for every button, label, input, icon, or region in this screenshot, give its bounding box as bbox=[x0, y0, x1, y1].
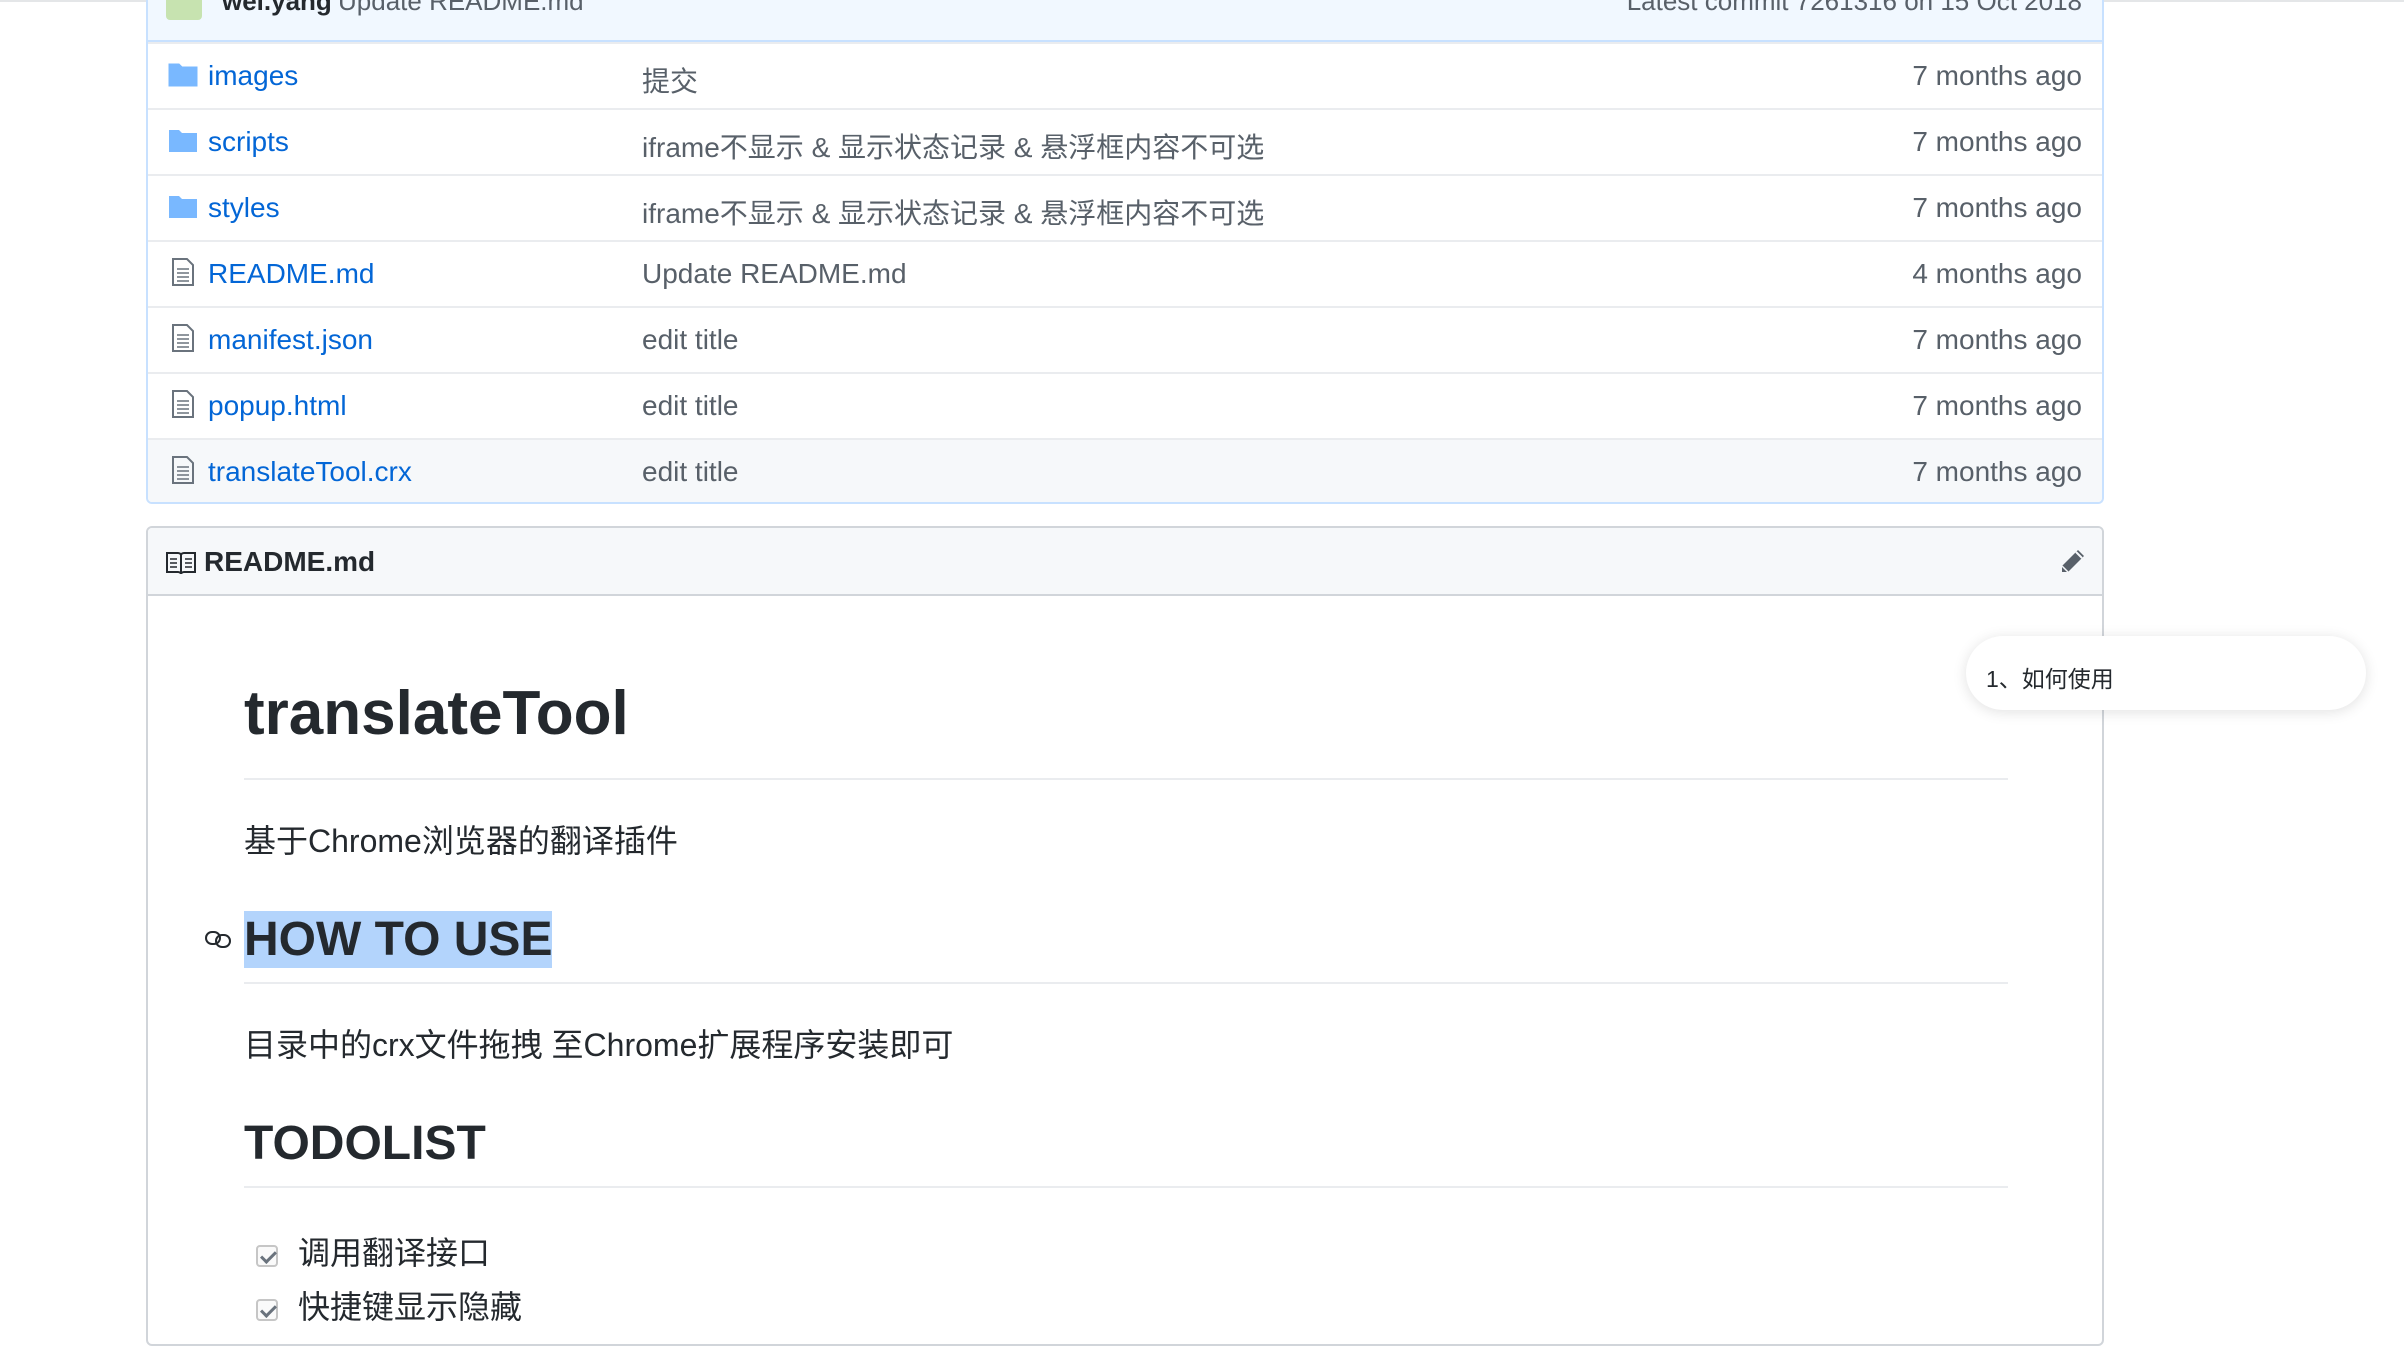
commit-message[interactable]: Update README.md bbox=[338, 0, 584, 17]
h1-divider bbox=[244, 778, 2008, 780]
readme-description: 基于Chrome浏览器的翻译插件 bbox=[244, 823, 678, 859]
file-age: 4 months ago bbox=[1912, 258, 2082, 289]
file-name-link[interactable]: manifest.json bbox=[208, 324, 373, 356]
how-to-use-heading-text: HOW TO USE bbox=[244, 911, 553, 968]
pencil-icon[interactable] bbox=[2056, 546, 2088, 578]
file-age: 7 months ago bbox=[1912, 390, 2082, 421]
toc-popup: 1、如何使用 bbox=[1966, 636, 2366, 710]
avatar[interactable] bbox=[166, 0, 202, 20]
file-name-link[interactable]: README.md bbox=[208, 258, 374, 290]
file-row-readme: README.md Update README.md 4 months ago bbox=[148, 240, 2102, 306]
readme-panel: README.md translateTool 基于Chrome浏览器的翻译插件… bbox=[146, 526, 2104, 1346]
readme-h1: translateTool bbox=[244, 679, 629, 748]
file-name-link[interactable]: styles bbox=[208, 192, 280, 224]
file-commit-message[interactable]: 提交 bbox=[642, 60, 698, 100]
task-item: 快捷键显示隐藏 bbox=[256, 1282, 522, 1328]
task-item: 调用翻译接口 bbox=[256, 1228, 490, 1274]
file-age: 7 months ago bbox=[1912, 324, 2082, 355]
file-icon bbox=[172, 456, 194, 484]
task-checkbox[interactable] bbox=[256, 1298, 278, 1321]
file-row-scripts: scripts iframe不显示 & 显示状态记录 & 悬浮框内容不可选 7 … bbox=[148, 108, 2102, 174]
task-label: 快捷键显示隐藏 bbox=[298, 1289, 523, 1325]
todolist-heading: TODOLIST bbox=[244, 1117, 486, 1170]
file-age: 7 months ago bbox=[1912, 192, 2082, 223]
file-commit-message[interactable]: edit title bbox=[642, 390, 739, 422]
latest-commit-info[interactable]: Latest commit 7261316 on 15 Oct 2018 bbox=[1627, 0, 2082, 17]
link-icon[interactable] bbox=[204, 928, 234, 950]
folder-icon bbox=[169, 196, 197, 218]
file-icon bbox=[172, 258, 194, 286]
file-commit-message[interactable]: iframe不显示 & 显示状态记录 & 悬浮框内容不可选 bbox=[642, 126, 1264, 166]
commit-author[interactable]: wei.yang bbox=[222, 0, 332, 17]
file-icon bbox=[172, 324, 194, 352]
file-name-link[interactable]: scripts bbox=[208, 126, 289, 158]
file-commit-message[interactable]: Update README.md bbox=[642, 258, 907, 290]
h2-divider bbox=[244, 1186, 2008, 1188]
task-checkbox[interactable] bbox=[256, 1244, 278, 1267]
file-age: 7 months ago bbox=[1912, 60, 2082, 91]
file-commit-message[interactable]: edit title bbox=[642, 456, 739, 488]
file-name-link[interactable]: popup.html bbox=[208, 390, 347, 422]
h2-divider bbox=[244, 982, 2008, 984]
file-name-link[interactable]: images bbox=[208, 60, 298, 92]
file-commit-message[interactable]: edit title bbox=[642, 324, 739, 356]
task-label: 调用翻译接口 bbox=[298, 1235, 491, 1271]
file-age: 7 months ago bbox=[1912, 126, 2082, 157]
readme-header: README.md bbox=[148, 528, 2102, 596]
file-name-link[interactable]: translateTool.crx bbox=[208, 456, 412, 488]
file-row-popup: popup.html edit title 7 months ago bbox=[148, 372, 2102, 438]
file-row-crx: translateTool.crx edit title 7 months ag… bbox=[148, 438, 2102, 502]
file-row-images: images 提交 7 months ago bbox=[148, 42, 2102, 108]
readme-title: README.md bbox=[204, 546, 376, 577]
book-icon bbox=[166, 552, 196, 575]
toc-item[interactable]: 1、如何使用 bbox=[1986, 660, 2114, 694]
folder-icon bbox=[168, 63, 198, 87]
file-row-styles: styles iframe不显示 & 显示状态记录 & 悬浮框内容不可选 7 m… bbox=[148, 174, 2102, 240]
file-age: 7 months ago bbox=[1912, 456, 2082, 487]
how-to-use-heading: HOW TO USE bbox=[244, 911, 553, 968]
file-commit-message[interactable]: iframe不显示 & 显示状态记录 & 悬浮框内容不可选 bbox=[642, 192, 1264, 232]
file-row-manifest: manifest.json edit title 7 months ago bbox=[148, 306, 2102, 372]
folder-icon bbox=[169, 130, 197, 152]
latest-commit-bar: wei.yang Update README.md Latest commit … bbox=[148, 0, 2102, 42]
file-list-table: wei.yang Update README.md Latest commit … bbox=[146, 0, 2104, 504]
file-icon bbox=[172, 390, 194, 418]
how-to-use-text: 目录中的crx文件拖拽 至Chrome扩展程序安装即可 bbox=[244, 1027, 954, 1063]
